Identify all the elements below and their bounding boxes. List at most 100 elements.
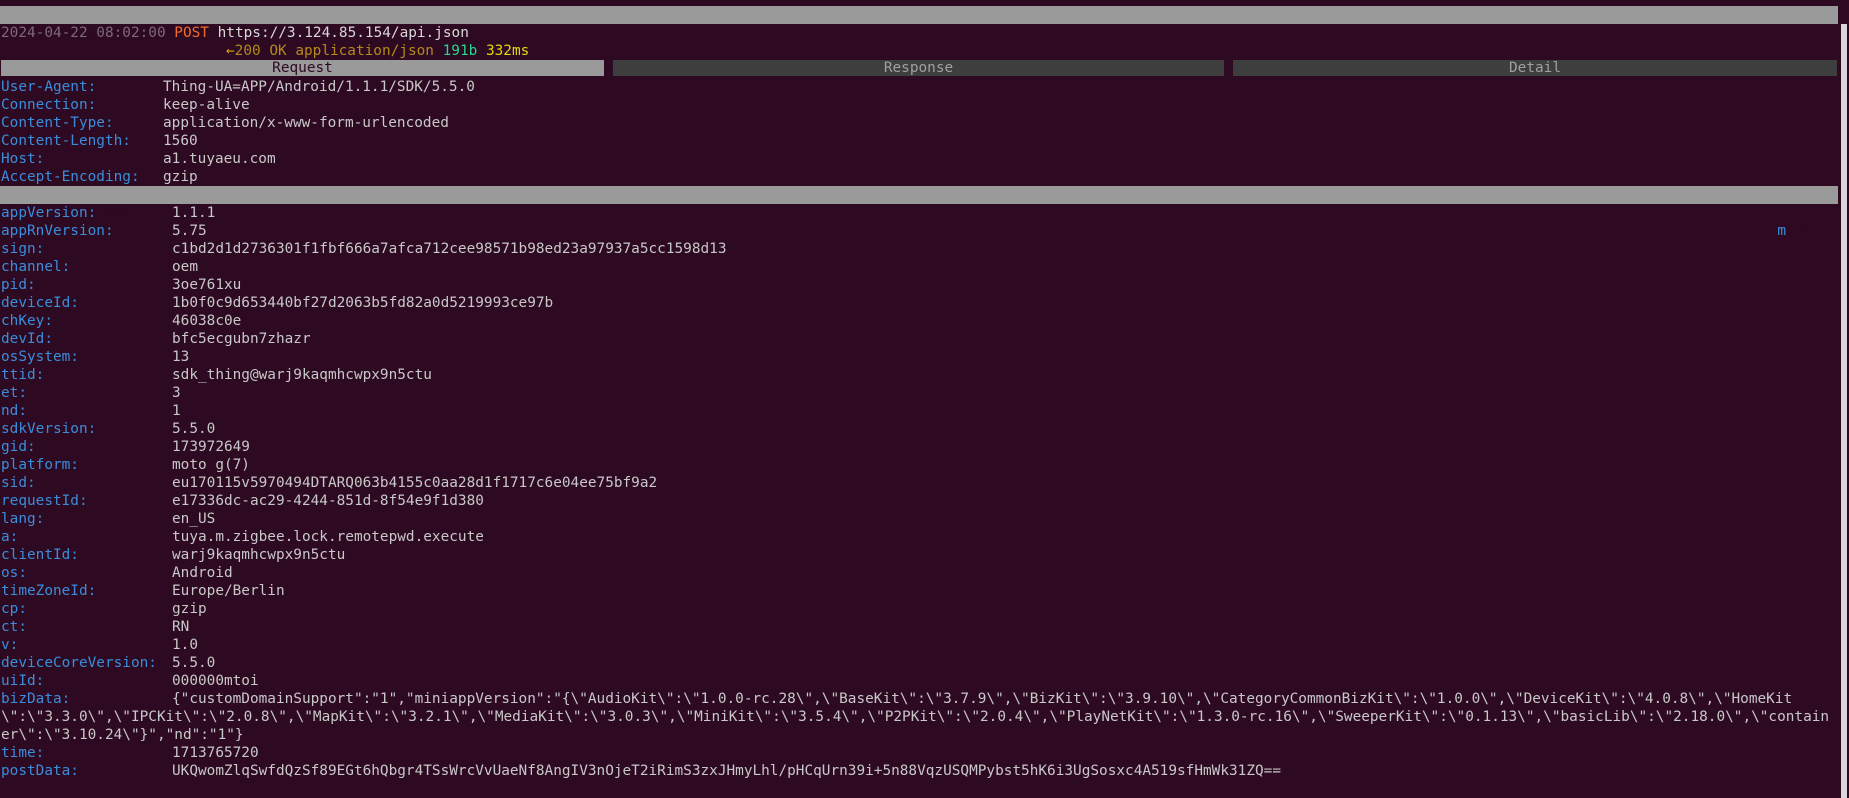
form-field-key: postData: (1, 763, 79, 779)
header-value: a1.tuyaeu.com (163, 151, 276, 167)
form-field-row[interactable]: ttid: sdk_thing@warj9kaqmhcwpx9n5ctu (1, 366, 432, 384)
form-field-key: sid: (1, 475, 36, 491)
form-field-key: bizData: (1, 691, 71, 707)
form-field-value: en_US (172, 511, 216, 527)
form-field-row[interactable]: appRnVersion: 5.75 (1, 222, 207, 240)
form-field-value: Android (172, 565, 233, 581)
form-field-value: 000000mtoi (172, 673, 259, 689)
response-duration: 332ms (485, 43, 530, 59)
form-field-key: sdkVersion: (1, 421, 97, 437)
form-field-key: devId: (1, 331, 53, 347)
form-field-row[interactable]: sign: c1bd2d1d2736301f1fbf666a7afca712cee… (1, 240, 727, 258)
form-field-row[interactable]: deviceId: 1b0f0c9d653440bf27d2063b5fd82a0… (1, 294, 553, 312)
form-field-value: 173972649 (172, 439, 250, 455)
form-field-value: 1 (172, 403, 181, 419)
form-field-value: 1.0 (172, 637, 198, 653)
form-field-row[interactable]: gid: 173972649 (1, 438, 250, 456)
form-field-row-bizdata[interactable]: bizData: {"customDomainSupport":"1","mini… (1, 690, 1837, 744)
tab-request[interactable]: Request (1, 60, 604, 76)
form-field-row[interactable]: sid: eu170115v5970494DTARQ063b4155c0aa28d… (1, 474, 657, 492)
request-header-row[interactable]: Content-Length: 1560 (1, 132, 198, 150)
form-field-value: 46038c0e (172, 313, 242, 329)
form-field-row[interactable]: devId: bfc5ecgubn7zhazr (1, 330, 311, 348)
form-field-row[interactable]: channel: oem (1, 258, 198, 276)
header-value: Thing-UA=APP/Android/1.1.1/SDK/5.5.0 (163, 79, 475, 95)
form-field-row[interactable]: os: Android (1, 564, 233, 582)
form-field-value: {"customDomainSupport":"1","miniappVersi… (1, 691, 1830, 743)
form-field-key: timeZoneId: (1, 583, 97, 599)
tab-response[interactable]: Response (613, 60, 1224, 76)
form-field-value: 1.1.1 (172, 205, 216, 221)
form-field-key: chKey: (1, 313, 53, 329)
form-field-key: nd: (1, 403, 27, 419)
form-field-key: sign: (1, 241, 45, 257)
form-field-value: UKQwomZlqSwfdQzSf89EGt6hQbgr4TSsWrcVvUae… (172, 763, 1281, 779)
form-field-row[interactable]: cp: gzip (1, 600, 207, 618)
form-field-row[interactable]: osSystem: 13 (1, 348, 189, 366)
form-field-key: cp: (1, 601, 27, 617)
form-field-row[interactable]: platform: moto g(7) (1, 456, 250, 474)
view-mode-hotkey: m (1777, 223, 1787, 239)
form-field-value: moto g(7) (172, 457, 250, 473)
tab-detail[interactable]: Detail (1233, 60, 1837, 76)
form-field-row[interactable]: lang: en_US (1, 510, 215, 528)
vertical-scrollbar[interactable] (1841, 24, 1847, 798)
request-header-row[interactable]: Host: a1.tuyaeu.com (1, 150, 276, 168)
flow-method: POST (174, 25, 209, 41)
form-field-value: Europe/Berlin (172, 583, 285, 599)
view-mode-indicator[interactable]: [m:auto] (1769, 222, 1838, 240)
form-field-row[interactable]: clientId: warj9kaqmhcwpx9n5ctu (1, 546, 345, 564)
form-field-value: 3oe761xu (172, 277, 242, 293)
form-field-row[interactable]: chKey: 46038c0e (1, 312, 241, 330)
form-field-key: requestId: (1, 493, 88, 509)
form-field-value: gzip (172, 601, 207, 617)
form-field-key: pid: (1, 277, 36, 293)
tab-detail-label: Detail (1509, 60, 1561, 76)
header-value: keep-alive (163, 97, 250, 113)
form-field-row[interactable]: et: 3 (1, 384, 181, 402)
request-header-row[interactable]: Accept-Encoding: gzip (1, 168, 198, 186)
form-field-value: 1713765720 (172, 745, 259, 761)
header-key: Content-Type: (1, 115, 114, 131)
form-field-key: platform: (1, 457, 79, 473)
form-field-key: lang: (1, 511, 45, 527)
form-field-key: deviceCoreVersion: (1, 655, 157, 671)
form-field-row[interactable]: ct: RN (1, 618, 189, 636)
form-field-value: 3 (172, 385, 181, 401)
request-header-row[interactable]: User-Agent: Thing-UA=APP/Android/1.1.1/SD… (1, 78, 475, 96)
form-field-value: eu170115v5970494DTARQ063b4155c0aa28d1f17… (172, 475, 658, 491)
form-field-value: 5.5.0 (172, 421, 216, 437)
header-value: gzip (163, 169, 198, 185)
form-field-value: c1bd2d1d2736301f1fbf666a7afca712cee98571… (172, 241, 727, 257)
form-field-row[interactable]: uiId: 000000mtoi (1, 672, 259, 690)
view-mode-value: :auto] (1786, 223, 1838, 239)
tab-response-label: Response (883, 60, 954, 76)
form-field-key: ct: (1, 619, 27, 635)
header-value: application/x-www-form-urlencoded (163, 115, 449, 131)
form-field-row[interactable]: appVersion: 1.1.1 (1, 204, 215, 222)
form-field-row[interactable]: time: 1713765720 (1, 744, 259, 762)
form-field-key: v: (1, 637, 19, 653)
form-field-value: sdk_thing@warj9kaqmhcwpx9n5ctu (172, 367, 432, 383)
request-header-row[interactable]: Content-Type: application/x-www-form-urle… (1, 114, 449, 132)
form-field-key: gid: (1, 439, 36, 455)
form-field-value: e17336dc-ac29-4244-851d-8f54e9f1d380 (172, 493, 484, 509)
form-field-row[interactable]: deviceCoreVersion: 5.5.0 (1, 654, 215, 672)
header-key: Connection: (1, 97, 97, 113)
form-field-row[interactable]: a: tuya.m.zigbee.lock.remotepwd.execute (1, 528, 484, 546)
form-field-row[interactable]: v: 1.0 (1, 636, 198, 654)
tab-request-label: Request (272, 60, 333, 76)
form-field-key: appVersion: (1, 205, 97, 221)
form-field-value: warj9kaqmhcwpx9n5ctu (172, 547, 346, 563)
header-value: 1560 (163, 133, 198, 149)
form-field-row[interactable]: sdkVersion: 5.5.0 (1, 420, 215, 438)
form-field-row[interactable]: pid: 3oe761xu (1, 276, 241, 294)
form-field-row[interactable]: requestId: e17336dc-ac29-4244-851d-8f54e9… (1, 492, 484, 510)
form-field-row[interactable]: postData: UKQwomZlqSwfdQzSf89EGt6hQbgr4TS… (1, 762, 1281, 780)
form-field-row[interactable]: nd: 1 (1, 402, 181, 420)
form-field-key: ttid: (1, 367, 45, 383)
form-field-row[interactable]: timeZoneId: Europe/Berlin (1, 582, 285, 600)
request-header-row[interactable]: Connection: keep-alive (1, 96, 250, 114)
form-field-value: 1b0f0c9d653440bf27d2063b5fd82a0d5219993c… (172, 295, 554, 311)
form-field-key: uiId: (1, 673, 45, 689)
